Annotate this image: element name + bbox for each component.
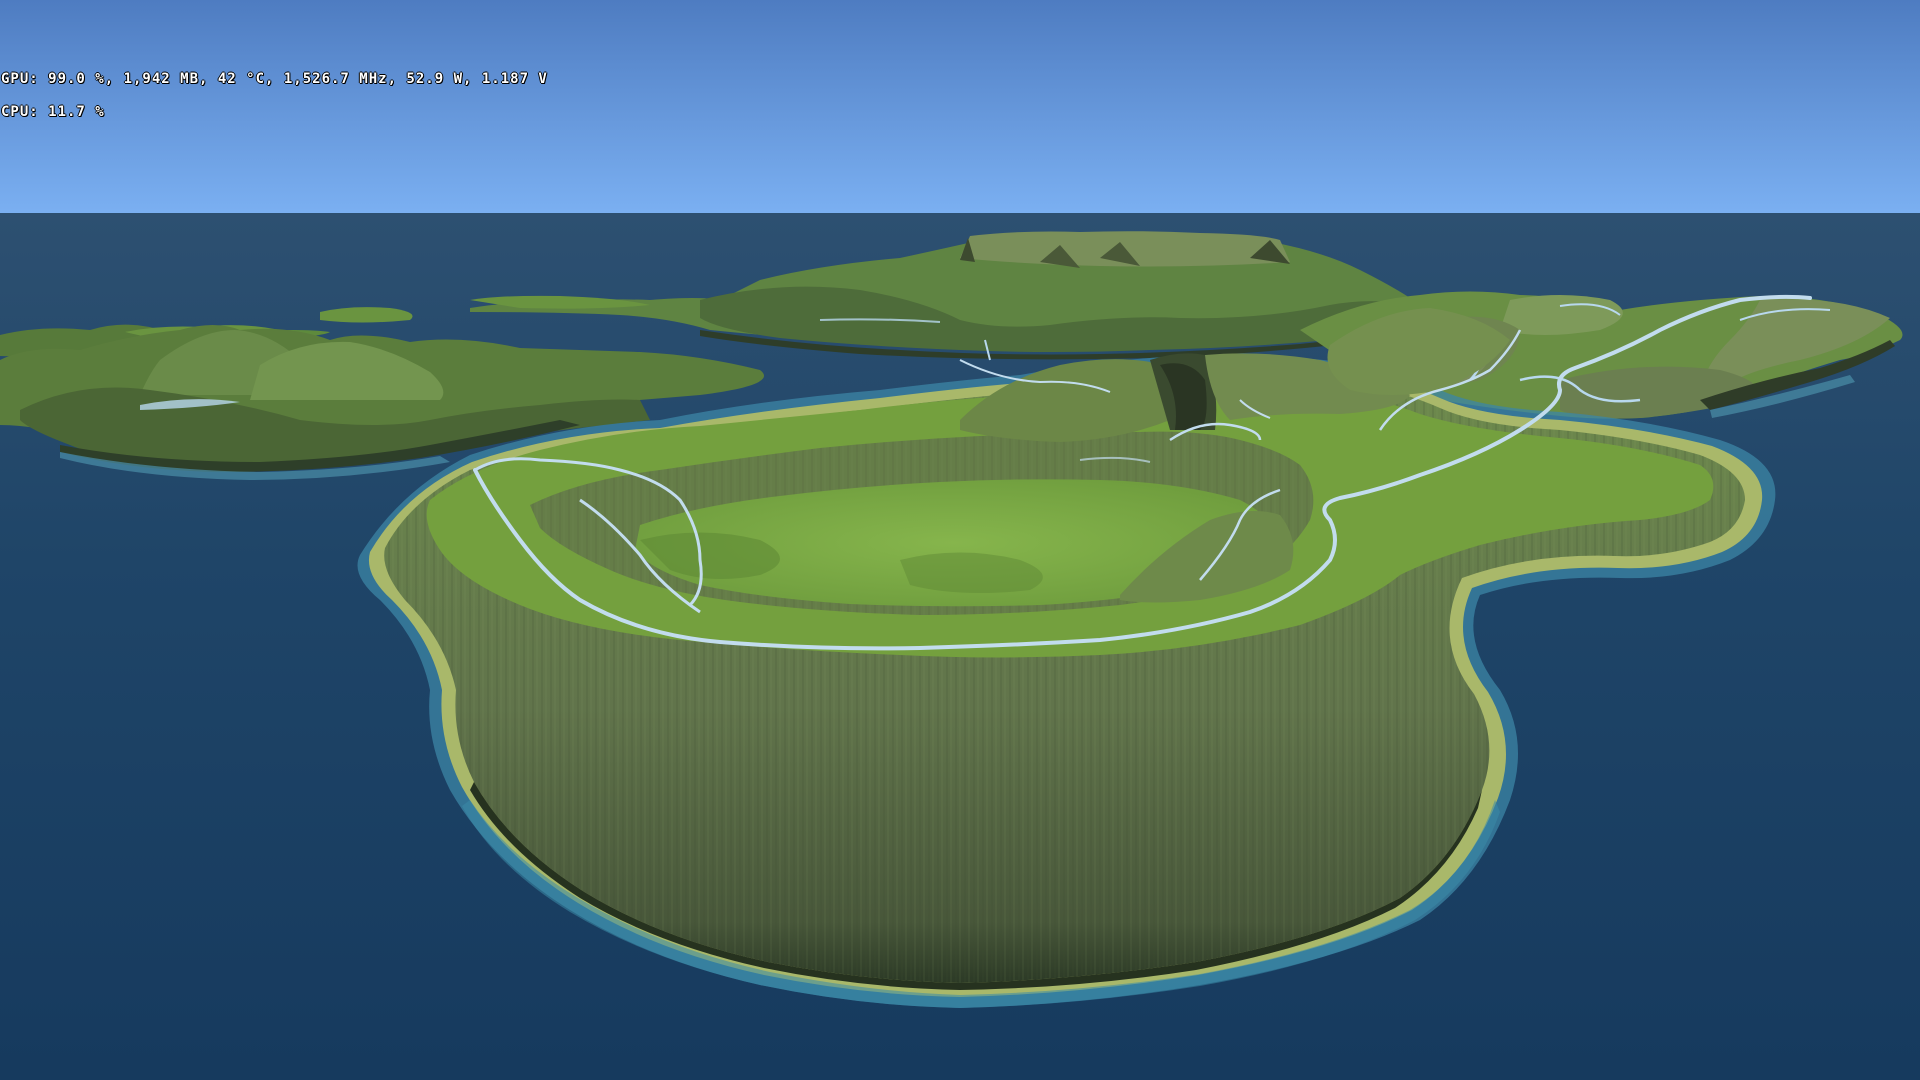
sky (0, 0, 1920, 215)
terrain-scene (0, 0, 1920, 1080)
